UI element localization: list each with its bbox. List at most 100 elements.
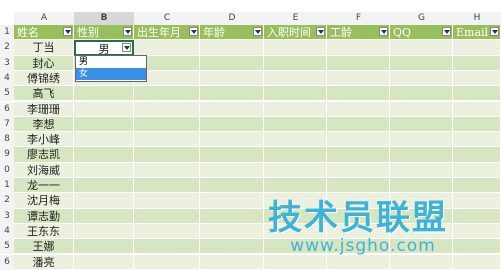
data-cell[interactable]	[74, 223, 134, 240]
column-header-f[interactable]: F	[327, 12, 390, 25]
dropdown-option-female[interactable]: 女	[76, 68, 146, 80]
data-cell[interactable]	[74, 147, 134, 163]
column-header-h[interactable]: H	[453, 12, 501, 25]
data-cell[interactable]	[200, 239, 264, 255]
name-cell[interactable]: 李想	[14, 116, 74, 133]
row-header[interactable]: 4	[0, 70, 14, 87]
data-cell[interactable]	[200, 132, 264, 148]
header-cell[interactable]: 年龄	[200, 25, 264, 41]
data-cell[interactable]	[453, 132, 501, 148]
data-cell[interactable]	[74, 178, 134, 194]
active-gender-cell[interactable]: 男	[74, 40, 134, 56]
header-cell[interactable]: Email	[453, 25, 501, 41]
row-header[interactable]: 7	[0, 116, 14, 133]
data-cell[interactable]	[390, 147, 453, 163]
name-cell[interactable]: 王东东	[14, 223, 74, 240]
data-cell[interactable]	[200, 55, 264, 71]
column-header-d[interactable]: D	[200, 12, 264, 25]
data-cell[interactable]	[200, 178, 264, 194]
name-cell[interactable]: 李珊珊	[14, 101, 74, 117]
data-cell[interactable]	[327, 147, 390, 163]
data-cell[interactable]	[264, 132, 327, 148]
data-cell[interactable]	[327, 70, 390, 87]
header-cell[interactable]: 工龄	[327, 25, 390, 41]
header-cell[interactable]: 出生年月	[134, 25, 200, 41]
row-header[interactable]: 5	[0, 239, 14, 255]
dropdown-option-male[interactable]: 男	[76, 56, 146, 68]
data-cell[interactable]	[264, 55, 327, 71]
data-cell[interactable]	[327, 116, 390, 133]
name-cell[interactable]: 刘海威	[14, 162, 74, 178]
data-cell[interactable]	[74, 208, 134, 224]
data-cell[interactable]	[200, 40, 264, 56]
data-cell[interactable]	[264, 147, 327, 163]
filter-dropdown-icon[interactable]	[490, 27, 499, 36]
name-cell[interactable]: 沈月梅	[14, 193, 74, 209]
filter-dropdown-icon[interactable]	[63, 27, 72, 36]
data-cell[interactable]	[327, 86, 390, 102]
name-cell[interactable]: 龙一一	[14, 178, 74, 194]
row-header[interactable]: 1	[0, 178, 14, 194]
data-cell[interactable]	[327, 132, 390, 148]
row-header[interactable]: 3	[0, 55, 14, 71]
row-header[interactable]: 9	[0, 147, 14, 163]
data-cell[interactable]	[453, 208, 501, 224]
data-cell[interactable]	[134, 40, 200, 56]
data-cell[interactable]	[390, 116, 453, 133]
filter-dropdown-icon[interactable]	[379, 27, 388, 36]
row-header[interactable]: 3	[0, 208, 14, 224]
data-cell[interactable]	[134, 86, 200, 102]
data-cell[interactable]	[264, 70, 327, 87]
data-cell[interactable]	[453, 101, 501, 117]
data-cell[interactable]	[134, 132, 200, 148]
data-cell[interactable]	[200, 223, 264, 240]
data-cell[interactable]	[74, 239, 134, 255]
data-cell[interactable]	[390, 132, 453, 148]
column-header-b[interactable]: B	[74, 12, 134, 25]
data-cell[interactable]	[264, 162, 327, 178]
name-cell[interactable]: 丁当	[14, 40, 74, 56]
data-cell[interactable]	[200, 147, 264, 163]
data-cell[interactable]	[390, 70, 453, 87]
name-cell[interactable]: 李小峰	[14, 132, 74, 148]
data-cell[interactable]	[453, 70, 501, 87]
row-header[interactable]: 6	[0, 101, 14, 117]
header-cell[interactable]: QQ	[390, 25, 453, 41]
data-cell[interactable]	[264, 40, 327, 56]
column-header-a[interactable]: A	[14, 12, 74, 25]
data-cell[interactable]	[200, 193, 264, 209]
data-cell[interactable]	[200, 208, 264, 224]
row-header[interactable]: 0	[0, 162, 14, 178]
row-header[interactable]: 8	[0, 132, 14, 148]
name-cell[interactable]: 高飞	[14, 86, 74, 102]
name-cell[interactable]: 王娜	[14, 239, 74, 255]
data-cell[interactable]	[134, 162, 200, 178]
data-cell[interactable]	[134, 193, 200, 209]
data-cell[interactable]	[390, 55, 453, 71]
data-cell[interactable]	[453, 223, 501, 240]
data-cell[interactable]	[453, 40, 501, 56]
data-cell[interactable]	[74, 86, 134, 102]
filter-dropdown-icon[interactable]	[316, 27, 325, 36]
data-cell[interactable]	[134, 239, 200, 255]
data-cell[interactable]	[390, 40, 453, 56]
row-header[interactable]: 2	[0, 193, 14, 209]
data-cell[interactable]	[74, 116, 134, 133]
filter-dropdown-icon[interactable]	[442, 27, 451, 36]
data-cell[interactable]	[453, 116, 501, 133]
data-cell[interactable]	[134, 223, 200, 240]
data-cell[interactable]	[264, 116, 327, 133]
data-cell[interactable]	[74, 162, 134, 178]
data-cell[interactable]	[200, 101, 264, 117]
row-header[interactable]: 2	[0, 40, 14, 56]
data-cell[interactable]	[453, 86, 501, 102]
header-cell[interactable]: 性别	[74, 25, 134, 41]
header-cell[interactable]: 姓名	[14, 25, 74, 41]
name-cell[interactable]: 谭志勤	[14, 208, 74, 224]
filter-dropdown-icon[interactable]	[253, 27, 262, 36]
header-cell[interactable]: 入职时间	[264, 25, 327, 41]
column-header-e[interactable]: E	[264, 12, 327, 25]
data-cell[interactable]	[327, 178, 390, 194]
data-cell[interactable]	[264, 86, 327, 102]
data-cell[interactable]	[134, 101, 200, 117]
